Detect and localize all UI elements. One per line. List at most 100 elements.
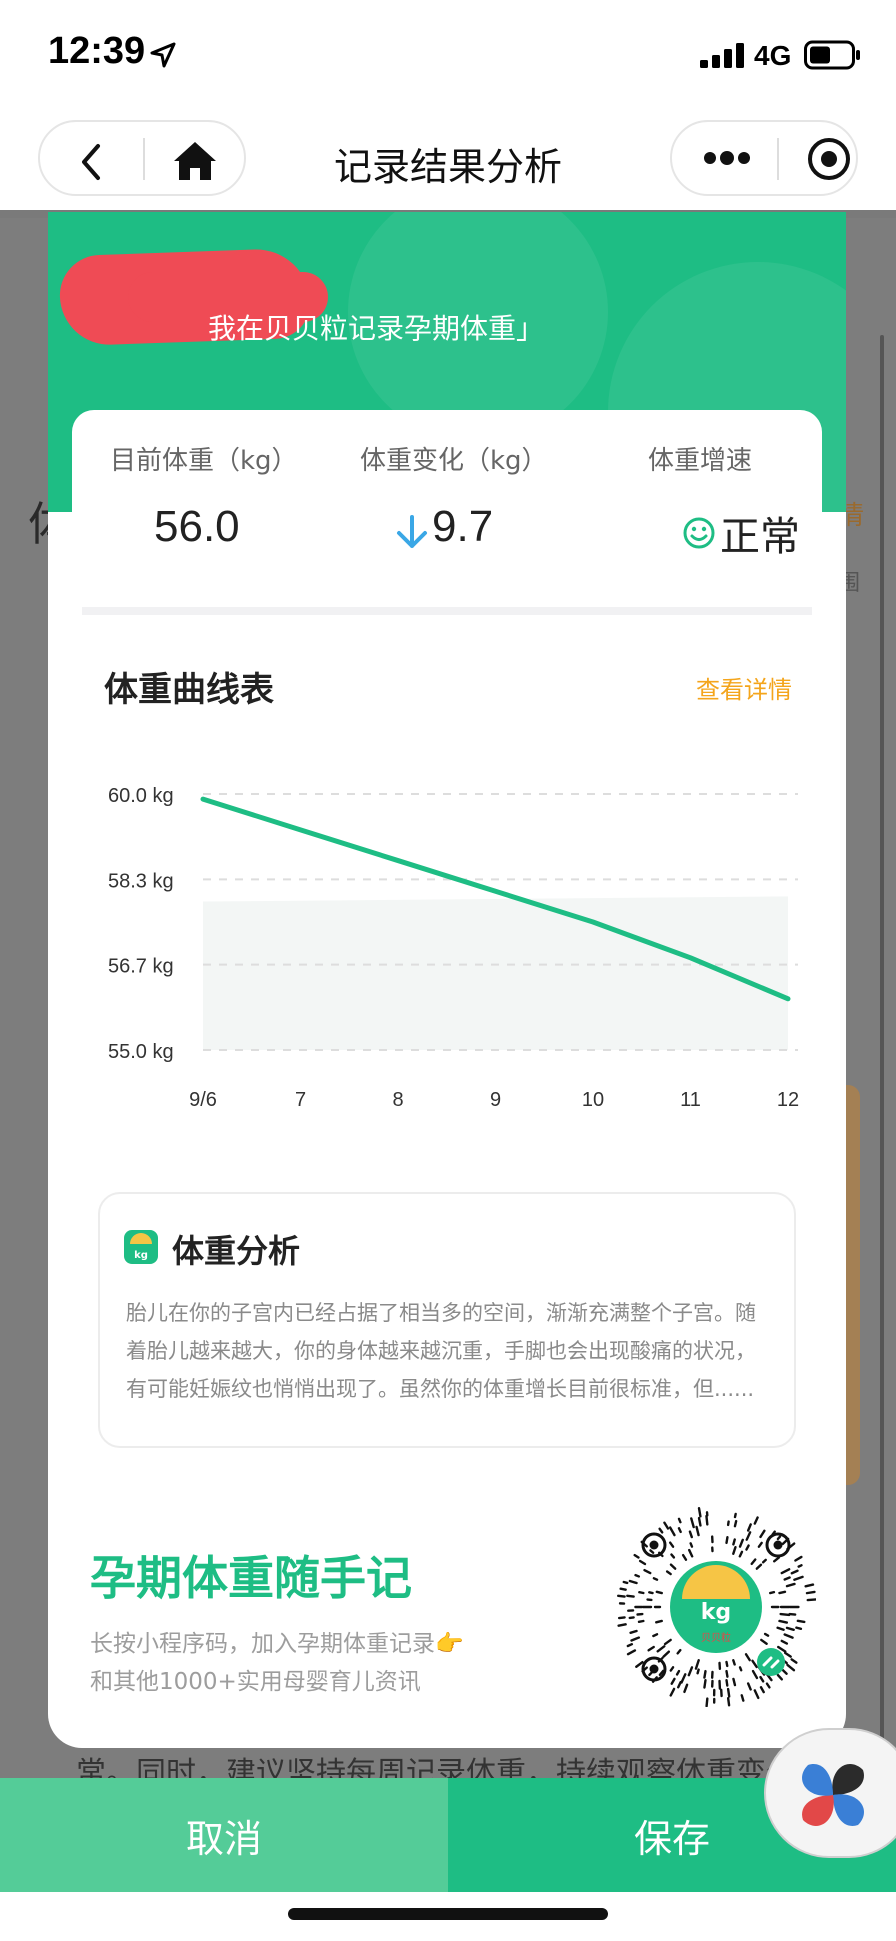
growth-rate-value: 正常 (720, 514, 800, 560)
qr-module (753, 1516, 759, 1525)
home-indicator[interactable] (288, 1908, 608, 1920)
view-details-link[interactable]: 查看详情 (696, 670, 792, 705)
qr-module (778, 1590, 787, 1595)
qr-module (668, 1541, 675, 1548)
close-miniprogram-icon[interactable] (806, 136, 852, 182)
qr-module (638, 1591, 645, 1595)
qr-module (725, 1536, 729, 1545)
scale-icon: kg (124, 1230, 158, 1264)
qr-module (626, 1649, 637, 1656)
qr-module (697, 1516, 702, 1527)
qr-finder-dot (649, 1664, 659, 1674)
analysis-title: 体重分析 (172, 1232, 301, 1270)
qr-module (622, 1580, 629, 1585)
y-tick-label: 58.3 kg (108, 870, 174, 892)
qr-module (665, 1570, 672, 1576)
qr-module (759, 1529, 766, 1539)
qr-module (776, 1673, 783, 1681)
qr-module (759, 1686, 765, 1694)
qr-module (783, 1633, 794, 1639)
qr-module (726, 1696, 731, 1707)
nav-bar: 记录结果分析 (0, 110, 896, 210)
qr-module (733, 1519, 738, 1528)
qr-module (616, 1594, 626, 1598)
qr-module (759, 1675, 765, 1683)
qr-module (638, 1559, 647, 1566)
qr-module (705, 1514, 709, 1526)
qr-module (751, 1669, 759, 1680)
y-tick-label: 56.7 kg (108, 956, 174, 978)
qr-module (750, 1558, 757, 1566)
qr-module (634, 1573, 641, 1578)
qr-module (675, 1669, 681, 1676)
qr-module (643, 1568, 652, 1575)
qr-module (796, 1619, 806, 1624)
qr-module (656, 1645, 666, 1653)
qr-finder-dot (773, 1540, 783, 1550)
y-tick-label: 55.0 kg (108, 1041, 174, 1063)
promo-title: 孕期体重随手记 (90, 1551, 412, 1605)
qr-module (781, 1668, 788, 1675)
qr-module (805, 1590, 816, 1595)
qr-module (619, 1587, 627, 1591)
qr-module (669, 1687, 676, 1697)
qr-module (630, 1636, 641, 1642)
qr-module (783, 1651, 792, 1658)
qr-module (688, 1548, 694, 1558)
qr-module (694, 1659, 700, 1670)
floating-app-button[interactable] (764, 1728, 896, 1858)
weight-line-chart: 60.0 kg 58.3 kg 56.7 kg 55.0 kg 9/6 7 8 9 10 11 12 (108, 785, 799, 1111)
qr-module (778, 1619, 788, 1624)
qr-module (637, 1619, 645, 1624)
qr-module (783, 1576, 791, 1581)
qr-module (738, 1538, 744, 1548)
qr-module (732, 1545, 737, 1555)
qr-module (655, 1619, 663, 1624)
qr-module (790, 1569, 799, 1575)
header-caption: 我在贝贝粒记录孕期体重」 (208, 312, 545, 345)
qr-module (769, 1590, 776, 1595)
qr-module (780, 1639, 789, 1645)
qr-module (689, 1542, 694, 1548)
x-tick-label: 9 (490, 1089, 501, 1111)
qr-module (725, 1669, 729, 1678)
cancel-button[interactable]: 取消 (0, 1778, 448, 1892)
qr-module (744, 1653, 751, 1662)
growth-rate-label: 体重增速 (648, 446, 753, 476)
analysis-text: 胎儿在你的子宫内已经占据了相当多的空间，渐渐充满整个子宫。随着胎儿越来越大，你的… (126, 1301, 756, 1401)
qr-module (779, 1612, 791, 1617)
mini-program-qr-code[interactable]: kg 贝贝粒 (616, 1507, 816, 1707)
qr-finder-dot (649, 1540, 659, 1550)
qr-module (732, 1677, 737, 1687)
qr-module (806, 1598, 816, 1602)
app-logo-icon (802, 1764, 864, 1826)
scale-icon-label: kg (134, 1250, 148, 1261)
qr-module (680, 1673, 687, 1684)
x-tick-label: 10 (582, 1089, 604, 1111)
qr-module (725, 1679, 729, 1687)
qr-module (703, 1669, 707, 1679)
location-arrow-icon (150, 42, 176, 68)
qr-module (626, 1643, 634, 1648)
qr-module (740, 1694, 745, 1702)
qr-module (788, 1612, 797, 1616)
qr-module (669, 1563, 677, 1570)
qr-module (786, 1663, 796, 1672)
weight-change-value: 9.7 (432, 502, 494, 551)
qr-module (626, 1594, 635, 1598)
qr-module (763, 1632, 770, 1637)
promo-subtitle-2: 和其他1000+实用母婴育儿资讯 (90, 1669, 421, 1695)
qr-module (648, 1671, 653, 1677)
capsule-divider (777, 138, 779, 180)
qr-module (765, 1682, 771, 1689)
x-tick-label: 7 (295, 1089, 306, 1111)
qr-center-label: kg (701, 1600, 731, 1625)
qr-module (649, 1549, 655, 1554)
more-dots-icon[interactable] (702, 150, 752, 166)
qr-module (695, 1525, 700, 1537)
arrow-down-icon (397, 515, 427, 548)
x-tick-label: 9/6 (189, 1089, 217, 1111)
qr-module (688, 1530, 693, 1539)
cellular-signal-icon (700, 43, 744, 68)
status-bar: 12:39 4G (0, 0, 896, 110)
